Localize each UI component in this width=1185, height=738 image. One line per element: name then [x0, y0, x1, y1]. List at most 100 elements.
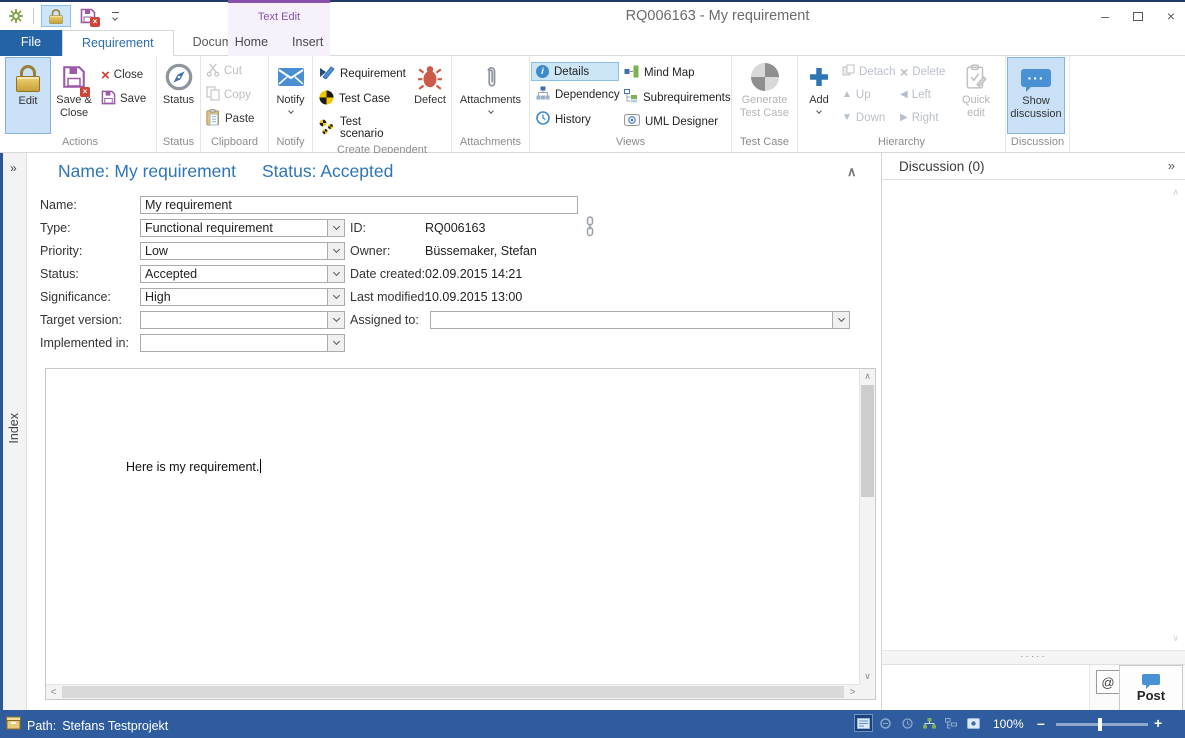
- maximize-button[interactable]: [1133, 12, 1143, 21]
- significance-dropdown-arrow[interactable]: [327, 289, 344, 305]
- statusbar-view-switcher: [854, 714, 983, 732]
- tab-home[interactable]: Home: [227, 30, 276, 56]
- priority-dropdown[interactable]: Low: [140, 242, 345, 260]
- paste-button[interactable]: Paste: [202, 107, 258, 131]
- significance-field-label: Significance:: [40, 290, 111, 304]
- create-requirement-label: Requirement: [340, 68, 406, 80]
- create-defect-button[interactable]: Defect: [410, 57, 450, 134]
- scroll-left-button[interactable]: <: [46, 685, 61, 699]
- name-input[interactable]: [140, 196, 578, 214]
- up-label: Up: [856, 89, 871, 101]
- discussion-scroll-up-icon[interactable]: ∧: [1172, 187, 1179, 198]
- form-header: Name: My requirement Status: Accepted: [58, 161, 393, 182]
- create-test-scenario-button[interactable]: Test scenario: [314, 113, 410, 143]
- attachments-button[interactable]: Attachments: [455, 57, 527, 134]
- implemented-in-dropdown-arrow[interactable]: [327, 335, 344, 351]
- statusbar-dependency-view-icon[interactable]: [920, 714, 939, 732]
- statusbar-details-view-icon[interactable]: [854, 714, 873, 732]
- zoom-slider[interactable]: [1056, 723, 1148, 726]
- statusbar-uml-view-icon[interactable]: [964, 714, 983, 732]
- view-mind-map-item[interactable]: Mind Map: [619, 62, 727, 84]
- priority-dropdown-arrow[interactable]: [327, 243, 344, 259]
- statusbar-history-view-icon[interactable]: [898, 714, 917, 732]
- view-uml-designer-item[interactable]: UML Designer: [619, 111, 727, 132]
- status-dropdown[interactable]: Accepted: [140, 265, 345, 283]
- close-window-button[interactable]: ×: [1167, 9, 1175, 23]
- editor-horizontal-scrollbar[interactable]: < >: [46, 684, 860, 699]
- left-arrow-icon: ◀: [900, 90, 908, 100]
- panel-splitter[interactable]: ·····: [882, 650, 1185, 664]
- type-dropdown-arrow[interactable]: [327, 220, 344, 236]
- save-button[interactable]: Save: [97, 87, 150, 111]
- collapse-panel-icon[interactable]: »: [1168, 158, 1175, 173]
- tab-insert[interactable]: Insert: [284, 30, 331, 56]
- target-version-dropdown[interactable]: [140, 311, 345, 329]
- view-mind-map-label: Mind Map: [644, 67, 695, 79]
- close-label: Close: [114, 69, 143, 81]
- index-sidebar[interactable]: » Index: [0, 153, 27, 710]
- last-modified-label: Last modified:: [350, 290, 428, 304]
- horizontal-scroll-thumb[interactable]: [62, 686, 844, 698]
- scroll-up-button[interactable]: ∧: [860, 369, 875, 384]
- close-button[interactable]: × Close: [97, 63, 150, 87]
- index-tab-label[interactable]: Index: [7, 413, 21, 444]
- status-dropdown-arrow[interactable]: [327, 266, 344, 282]
- bug-icon: [417, 60, 443, 94]
- notify-button[interactable]: Notify: [270, 57, 311, 134]
- scroll-right-button[interactable]: >: [845, 685, 860, 699]
- zoom-in-button[interactable]: +: [1154, 715, 1162, 731]
- view-history-item[interactable]: History: [531, 108, 619, 131]
- save-and-close-button[interactable]: Save & Close: [51, 57, 97, 134]
- qat-save-close-button[interactable]: [78, 5, 98, 27]
- create-defect-label: Defect: [414, 94, 446, 107]
- editor-vertical-scrollbar[interactable]: ∧ ∨: [859, 369, 875, 684]
- message-input[interactable]: [882, 665, 1090, 710]
- statusbar-subrequirements-view-icon[interactable]: [942, 714, 961, 732]
- qat-lock-button[interactable]: [41, 5, 71, 27]
- qat-customize-dropdown[interactable]: [105, 5, 125, 27]
- delete-button: × Delete: [897, 60, 953, 83]
- assigned-to-dropdown[interactable]: [430, 311, 850, 329]
- ribbon-group-clipboard: Cut Copy Paste Cl: [201, 56, 269, 152]
- create-requirement-button[interactable]: Requirement: [314, 62, 410, 85]
- zoom-slider-thumb[interactable]: [1098, 718, 1102, 731]
- detach-icon: [842, 64, 855, 79]
- add-button[interactable]: Add: [799, 57, 839, 134]
- text-caret: [260, 459, 261, 473]
- collapse-header-icon[interactable]: ∧: [847, 164, 857, 180]
- vertical-scroll-thumb[interactable]: [861, 385, 874, 497]
- last-modified-value: 10.09.2015 13:00: [425, 290, 522, 304]
- create-test-case-button[interactable]: Test Case: [314, 87, 410, 111]
- maximize-icon: [1133, 12, 1143, 21]
- application-window: Text Edit RQ006163 - My requirement – × …: [0, 0, 1185, 738]
- target-version-dropdown-arrow[interactable]: [327, 312, 344, 328]
- view-history-label: History: [555, 114, 591, 126]
- type-dropdown[interactable]: Functional requirement: [140, 219, 345, 237]
- link-chain-icon[interactable]: [585, 216, 595, 242]
- view-uml-designer-label: UML Designer: [645, 116, 718, 128]
- tab-file[interactable]: File: [0, 30, 62, 56]
- paste-icon: [206, 109, 221, 129]
- view-details-item[interactable]: Details: [531, 62, 619, 81]
- tab-requirement[interactable]: Requirement: [62, 30, 174, 56]
- detach-button: Detach: [839, 60, 897, 83]
- view-dependency-item[interactable]: Dependency: [531, 83, 619, 106]
- zoom-out-button[interactable]: –: [1037, 715, 1045, 731]
- description-editor[interactable]: Here is my requirement. ∧ ∨ < >: [45, 368, 876, 700]
- expand-sidebar-icon[interactable]: »: [10, 161, 17, 175]
- edit-button[interactable]: Edit: [5, 57, 51, 134]
- minimize-button[interactable]: –: [1101, 9, 1109, 23]
- app-logo-gear-icon[interactable]: [6, 5, 26, 27]
- mention-button[interactable]: @: [1096, 670, 1120, 694]
- move-right-button: ▶ Right: [897, 106, 953, 129]
- show-discussion-button[interactable]: Show discussion: [1007, 57, 1065, 134]
- significance-dropdown[interactable]: High: [140, 288, 345, 306]
- implemented-in-dropdown[interactable]: [140, 334, 345, 352]
- view-subrequirements-item[interactable]: Subrequirements: [619, 86, 727, 109]
- assigned-to-dropdown-arrow[interactable]: [832, 312, 849, 328]
- discussion-scroll-down-icon[interactable]: ∨: [1172, 633, 1179, 644]
- status-button[interactable]: Status: [158, 57, 199, 134]
- post-button[interactable]: Post: [1119, 665, 1183, 711]
- statusbar-mind-map-view-icon[interactable]: [876, 714, 895, 732]
- scroll-down-button[interactable]: ∨: [860, 669, 875, 684]
